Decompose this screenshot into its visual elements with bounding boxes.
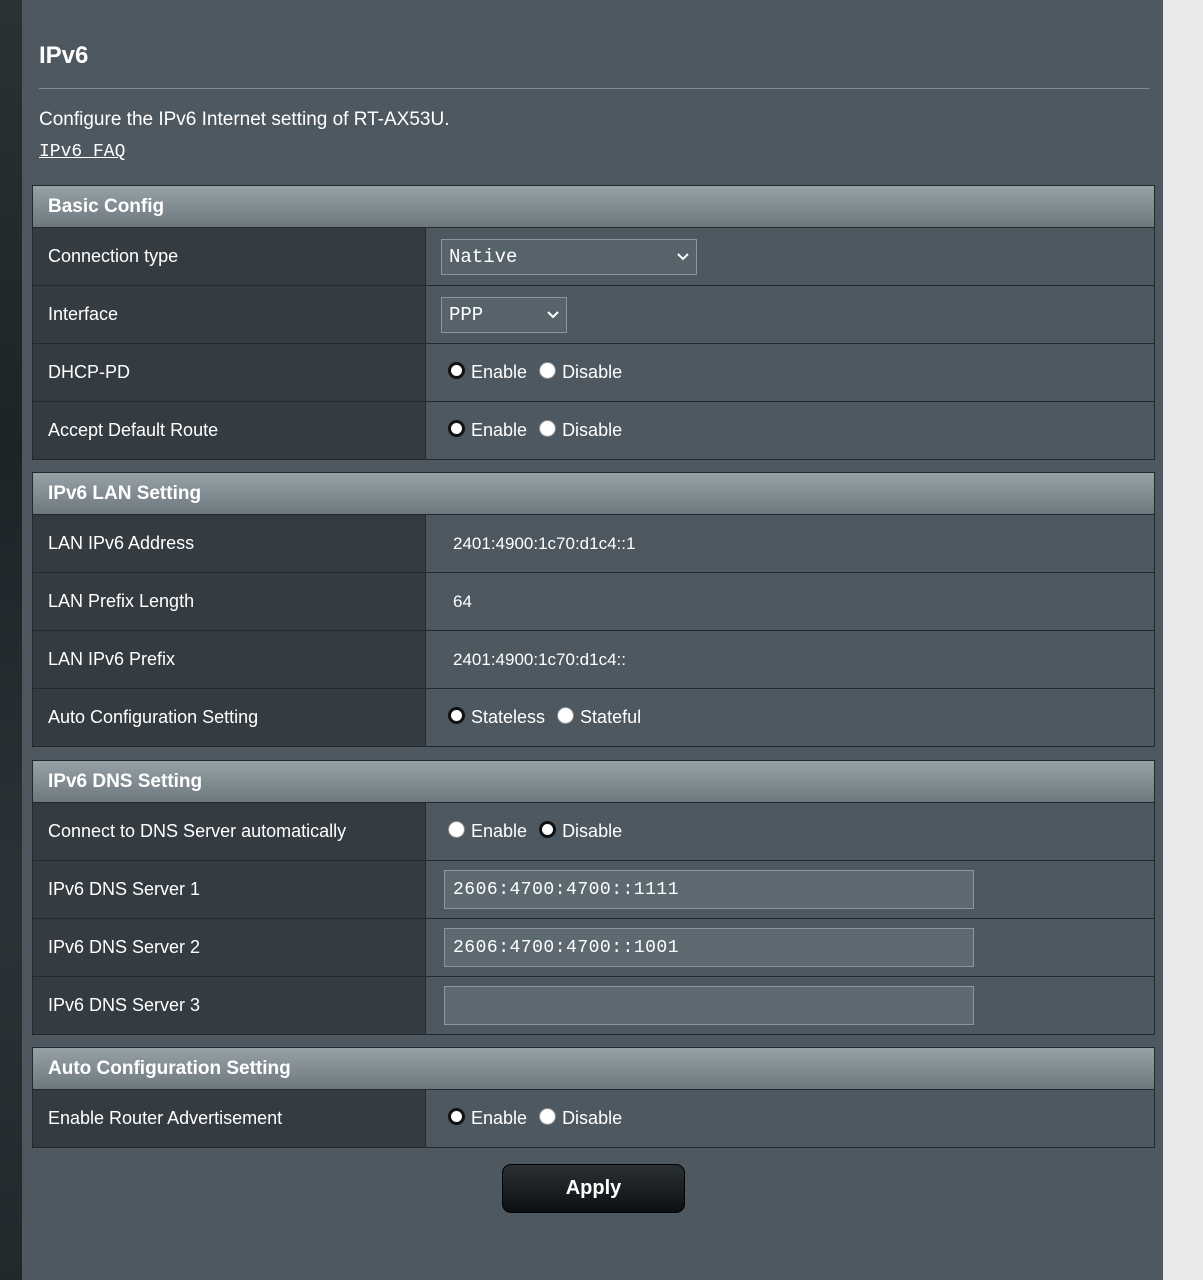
lan-prefix-length-row: LAN Prefix Length 64 [33,572,1154,630]
auto-configuration-setting-row: Auto Configuration Setting Stateless Sta… [33,688,1154,746]
auto-configuration-setting-label: Auto Configuration Setting [33,689,426,746]
connection-type-label: Connection type [33,228,426,285]
ipv6-faq-link[interactable]: IPv6_FAQ [39,142,125,162]
ipv6-dns-server-2-label: IPv6 DNS Server 2 [33,919,426,976]
radio-selected-icon [448,707,465,724]
connect-dns-auto-row: Connect to DNS Server automatically Enab… [33,803,1154,860]
lan-ipv6-address-label: LAN IPv6 Address [33,515,426,572]
page-background-right [1163,0,1203,1280]
ipv6-dns-setting-section: IPv6 DNS Setting Connect to DNS Server a… [32,760,1155,1035]
basic-config-section: Basic Config Connection type Native Inte… [32,185,1155,460]
interface-row: Interface PPP [33,285,1154,343]
router-advertisement-enable-radio[interactable]: Enable [448,1108,527,1129]
lan-ipv6-prefix-row: LAN IPv6 Prefix 2401:4900:1c70:d1c4:: [33,630,1154,688]
connect-dns-auto-label: Connect to DNS Server automatically [33,803,426,860]
page-background-left [0,0,22,1280]
basic-config-header: Basic Config [33,186,1154,228]
lan-prefix-length-label: LAN Prefix Length [33,573,426,630]
accept-default-route-radio-group: Enable Disable [441,420,634,441]
router-advertisement-radio-group: Enable Disable [441,1108,634,1129]
dhcp-pd-radio-group: Enable Disable [441,362,634,383]
ipv6-settings-panel: IPv6 Configure the IPv6 Internet setting… [22,0,1163,1280]
radio-selected-icon [448,420,465,437]
dhcp-pd-label: DHCP-PD [33,344,426,401]
ipv6-dns-server-1-label: IPv6 DNS Server 1 [33,861,426,918]
radio-selected-icon [448,1108,465,1125]
connect-dns-auto-radio-group: Enable Disable [441,821,634,842]
accept-default-route-enable-radio[interactable]: Enable [448,420,527,441]
router-advertisement-row: Enable Router Advertisement Enable Disab… [33,1090,1154,1147]
ipv6-lan-setting-section: IPv6 LAN Setting LAN IPv6 Address 2401:4… [32,472,1155,747]
connect-dns-auto-disable-radio[interactable]: Disable [539,821,622,842]
interface-label: Interface [33,286,426,343]
dhcp-pd-disable-radio[interactable]: Disable [539,362,622,383]
lan-ipv6-prefix-label: LAN IPv6 Prefix [33,631,426,688]
auto-configuration-header: Auto Configuration Setting [33,1048,1154,1090]
accept-default-route-label: Accept Default Route [33,402,426,459]
lan-ipv6-address-value: 2401:4900:1c70:d1c4::1 [453,533,636,553]
chevron-down-icon [547,310,559,318]
interface-value: PPP [449,303,484,326]
auto-configuration-radio-group: Stateless Stateful [441,707,653,728]
radio-selected-icon [539,821,557,838]
ipv6-dns-server-3-label: IPv6 DNS Server 3 [33,977,426,1034]
interface-select[interactable]: PPP [441,296,567,333]
ipv6-dns-server-3-row: IPv6 DNS Server 3 [33,976,1154,1034]
ipv6-dns-server-2-row: IPv6 DNS Server 2 2606:4700:4700::1001 [33,918,1154,976]
connect-dns-auto-enable-radio[interactable]: Enable [448,821,527,842]
accept-default-route-disable-radio[interactable]: Disable [539,420,622,441]
ipv6-lan-setting-header: IPv6 LAN Setting [33,473,1154,515]
lan-ipv6-prefix-value: 2401:4900:1c70:d1c4:: [453,649,626,669]
radio-unselected-icon [539,1108,557,1125]
ipv6-dns-setting-header: IPv6 DNS Setting [33,761,1154,803]
ipv6-dns-server-1-row: IPv6 DNS Server 1 2606:4700:4700::1111 [33,860,1154,918]
apply-button[interactable]: Apply [502,1164,685,1213]
auto-configuration-section: Auto Configuration Setting Enable Router… [32,1047,1155,1148]
lan-ipv6-address-row: LAN IPv6 Address 2401:4900:1c70:d1c4::1 [33,515,1154,572]
radio-unselected-icon [539,362,557,379]
ipv6-dns-server-2-input[interactable]: 2606:4700:4700::1001 [444,928,974,967]
ipv6-dns-server-3-input[interactable] [444,986,974,1025]
router-advertisement-label: Enable Router Advertisement [33,1090,426,1147]
radio-selected-icon [448,362,465,379]
connection-type-select[interactable]: Native [441,238,697,275]
chevron-down-icon [677,252,689,260]
title-divider [39,88,1149,89]
radio-unselected-icon [557,707,575,724]
dhcp-pd-enable-radio[interactable]: Enable [448,362,527,383]
lan-prefix-length-value: 64 [453,591,472,611]
dhcp-pd-row: DHCP-PD Enable Disable [33,343,1154,401]
page-title: IPv6 [39,42,89,69]
ipv6-dns-server-1-input[interactable]: 2606:4700:4700::1111 [444,870,974,909]
router-advertisement-disable-radio[interactable]: Disable [539,1108,622,1129]
connection-type-value: Native [449,245,518,268]
connection-type-row: Connection type Native [33,228,1154,285]
stateless-radio[interactable]: Stateless [448,707,545,728]
radio-unselected-icon [448,821,465,838]
radio-unselected-icon [539,420,557,437]
stateful-radio[interactable]: Stateful [557,707,641,728]
page-description: Configure the IPv6 Internet setting of R… [39,109,450,130]
accept-default-route-row: Accept Default Route Enable Disable [33,401,1154,459]
